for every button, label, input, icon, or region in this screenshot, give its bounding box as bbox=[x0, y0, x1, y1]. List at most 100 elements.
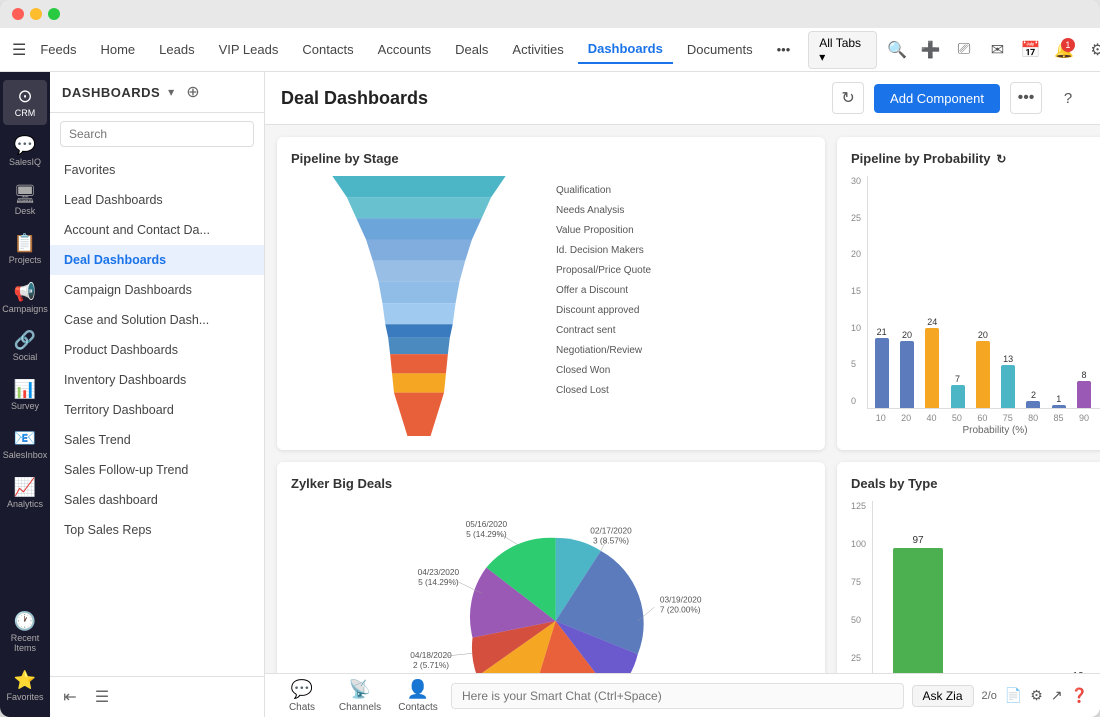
sidebar-item-salesinbox[interactable]: 📧 SalesInbox bbox=[3, 422, 47, 467]
bar-group-10: 21 bbox=[872, 327, 891, 408]
sidebar-item-crm[interactable]: ⊙ CRM bbox=[3, 80, 47, 125]
bar-qualified: 97 bbox=[893, 535, 943, 673]
nav-accounts[interactable]: Accounts bbox=[368, 36, 441, 63]
main-content: Deal Dashboards ↻ Add Component ••• ? Pi… bbox=[265, 72, 1100, 717]
sidebar-item-sales-followup[interactable]: Sales Follow-up Trend bbox=[50, 455, 264, 485]
nav-more[interactable]: ••• bbox=[767, 36, 801, 63]
sidebar-item-analytics[interactable]: 📈 Analytics bbox=[3, 471, 47, 516]
sidebar-add-icon[interactable]: ⊕ bbox=[186, 82, 199, 102]
bottom-settings-icon[interactable]: ⚙ bbox=[1030, 687, 1043, 704]
social-icon: 🔗 bbox=[14, 330, 36, 351]
bar-group-80: 2 bbox=[1024, 390, 1043, 408]
app-body: ⊙ CRM 💬 SalesIQ 🖥 Desk 📋 Projects 📢 Camp… bbox=[0, 72, 1100, 717]
sidebar-item-campaigns[interactable]: 📢 Campaigns bbox=[3, 276, 47, 321]
sidebar-item-sales-dashboard[interactable]: Sales dashboard bbox=[50, 485, 264, 515]
close-button[interactable] bbox=[12, 8, 24, 20]
mail-icon[interactable]: ✉ bbox=[985, 36, 1010, 64]
bar bbox=[900, 341, 914, 408]
search-input[interactable] bbox=[60, 121, 254, 147]
sidebar-item-account-contact[interactable]: Account and Contact Da... bbox=[50, 215, 264, 245]
sidebar-item-recent[interactable]: 🕐 Recent Items bbox=[3, 605, 47, 660]
funnel-chart: Qualification Needs Analysis Value Propo… bbox=[291, 176, 811, 436]
screen-share-icon[interactable]: ⎚ bbox=[951, 36, 976, 64]
topnav-right: All Tabs ▾ 🔍 ➕ ⎚ ✉ 📅 🔔1 ⚙ U bbox=[808, 31, 1100, 69]
sidebar-title: DASHBOARDS bbox=[62, 85, 160, 100]
sidebar-search[interactable] bbox=[50, 113, 264, 155]
smart-chat-input[interactable] bbox=[451, 683, 904, 709]
deals-by-type-card: Deals by Type 1251007550250 97 bbox=[837, 462, 1100, 673]
sidebar-item-salesiq[interactable]: 💬 SalesIQ bbox=[3, 129, 47, 174]
y-axis: 302520151050 bbox=[851, 176, 863, 436]
bar bbox=[1052, 405, 1066, 408]
chats-icon: 💬 bbox=[291, 679, 313, 700]
sidebar-item-projects[interactable]: 📋 Projects bbox=[3, 227, 47, 272]
funnel-label: Negotiation/Review bbox=[556, 341, 811, 361]
nav-deals[interactable]: Deals bbox=[445, 36, 498, 63]
refresh-icon[interactable]: ↻ bbox=[996, 152, 1006, 166]
chart-body: 21 20 24 bbox=[867, 176, 1100, 436]
bottom-bar-chats[interactable]: 💬 Chats bbox=[277, 679, 327, 713]
nav-vip-leads[interactable]: VIP Leads bbox=[209, 36, 289, 63]
svg-text:3 (8.57%): 3 (8.57%) bbox=[593, 535, 629, 545]
sidebar-item-sales-trend[interactable]: Sales Trend bbox=[50, 425, 264, 455]
sidebar-item-survey[interactable]: 📊 Survey bbox=[3, 373, 47, 418]
more-options-button[interactable]: ••• bbox=[1010, 82, 1042, 114]
sidebar-expand-icon[interactable]: ▾ bbox=[168, 85, 174, 99]
nav-activities[interactable]: Activities bbox=[502, 36, 573, 63]
settings-icon[interactable]: ⚙ bbox=[1085, 36, 1100, 64]
svg-text:04/18/2020: 04/18/2020 bbox=[410, 650, 452, 660]
add-component-button[interactable]: Add Component bbox=[874, 84, 1000, 113]
notifications-icon[interactable]: 🔔1 bbox=[1052, 36, 1077, 64]
sidebar-item-case-solution[interactable]: Case and Solution Dash... bbox=[50, 305, 264, 335]
nav-documents[interactable]: Documents bbox=[677, 36, 763, 63]
nav-contacts[interactable]: Contacts bbox=[292, 36, 363, 63]
help-button[interactable]: ? bbox=[1052, 82, 1084, 114]
sidebar-item-territory-dashboard[interactable]: Territory Dashboard bbox=[50, 395, 264, 425]
sidebar-collapse-btn[interactable]: ⇤ bbox=[56, 683, 84, 711]
sidebar-item-desk[interactable]: 🖥 Desk bbox=[3, 178, 47, 223]
bottom-help-icon[interactable]: ❓ bbox=[1071, 687, 1088, 704]
nav-home[interactable]: Home bbox=[90, 36, 145, 63]
bar-group-20: 20 bbox=[897, 330, 916, 408]
bar-group-85: 1 bbox=[1049, 394, 1068, 408]
svg-text:2 (5.71%): 2 (5.71%) bbox=[413, 660, 449, 670]
bottom-share-icon[interactable]: ↗ bbox=[1051, 687, 1063, 704]
nav-leads[interactable]: Leads bbox=[149, 36, 204, 63]
bottom-bar: 💬 Chats 📡 Channels 👤 Contacts Ask Zia 2/… bbox=[265, 673, 1100, 717]
sidebar-item-favorites[interactable]: ⭐ Favorites bbox=[3, 664, 47, 709]
bar-group-40: 24 bbox=[923, 317, 942, 408]
sidebar-item-social[interactable]: 🔗 Social bbox=[3, 324, 47, 369]
all-tabs-dropdown[interactable]: All Tabs ▾ bbox=[808, 31, 876, 69]
salesinbox-icon: 📧 bbox=[14, 428, 36, 449]
bottom-bar-right: Ask Zia 2/o 📄 ⚙ ↗ ❓ bbox=[912, 685, 1088, 707]
bar bbox=[1001, 365, 1015, 408]
ask-zia-button[interactable]: Ask Zia bbox=[912, 685, 974, 707]
sidebar-item-top-sales-reps[interactable]: Top Sales Reps bbox=[50, 515, 264, 545]
nav-dashboards[interactable]: Dashboards bbox=[578, 35, 673, 64]
calendar-icon[interactable]: 📅 bbox=[1018, 36, 1043, 64]
analytics-icon: 📈 bbox=[14, 477, 36, 498]
top-navigation: ☰ Feeds Home Leads VIP Leads Contacts Ac… bbox=[0, 28, 1100, 72]
refresh-button[interactable]: ↻ bbox=[832, 82, 864, 114]
bars-area: 21 20 24 bbox=[867, 176, 1100, 409]
sidebar-item-campaign-dashboards[interactable]: Campaign Dashboards bbox=[50, 275, 264, 305]
page-title: Deal Dashboards bbox=[281, 88, 822, 109]
add-icon[interactable]: ➕ bbox=[918, 36, 943, 64]
sidebar-item-inventory-dashboards[interactable]: Inventory Dashboards bbox=[50, 365, 264, 395]
sidebar-item-favorites[interactable]: Favorites bbox=[50, 155, 264, 185]
maximize-button[interactable] bbox=[48, 8, 60, 20]
sidebar-item-lead-dashboards[interactable]: Lead Dashboards bbox=[50, 185, 264, 215]
sidebar-item-deal-dashboards[interactable]: Deal Dashboards bbox=[50, 245, 264, 275]
bar bbox=[893, 548, 943, 673]
sidebar-list-view-btn[interactable]: ☰ bbox=[88, 683, 116, 711]
bottom-bar-contacts[interactable]: 👤 Contacts bbox=[393, 679, 443, 713]
bottom-doc-icon[interactable]: 📄 bbox=[1005, 687, 1022, 704]
bottom-bar-channels[interactable]: 📡 Channels bbox=[335, 679, 385, 713]
sidebar-bottom: ⇤ ☰ bbox=[50, 676, 264, 717]
hamburger-menu-icon[interactable]: ☰ bbox=[12, 35, 26, 65]
search-icon[interactable]: 🔍 bbox=[885, 36, 910, 64]
nav-feeds[interactable]: Feeds bbox=[30, 36, 86, 63]
channels-icon: 📡 bbox=[349, 679, 371, 700]
minimize-button[interactable] bbox=[30, 8, 42, 20]
sidebar-item-product-dashboards[interactable]: Product Dashboards bbox=[50, 335, 264, 365]
